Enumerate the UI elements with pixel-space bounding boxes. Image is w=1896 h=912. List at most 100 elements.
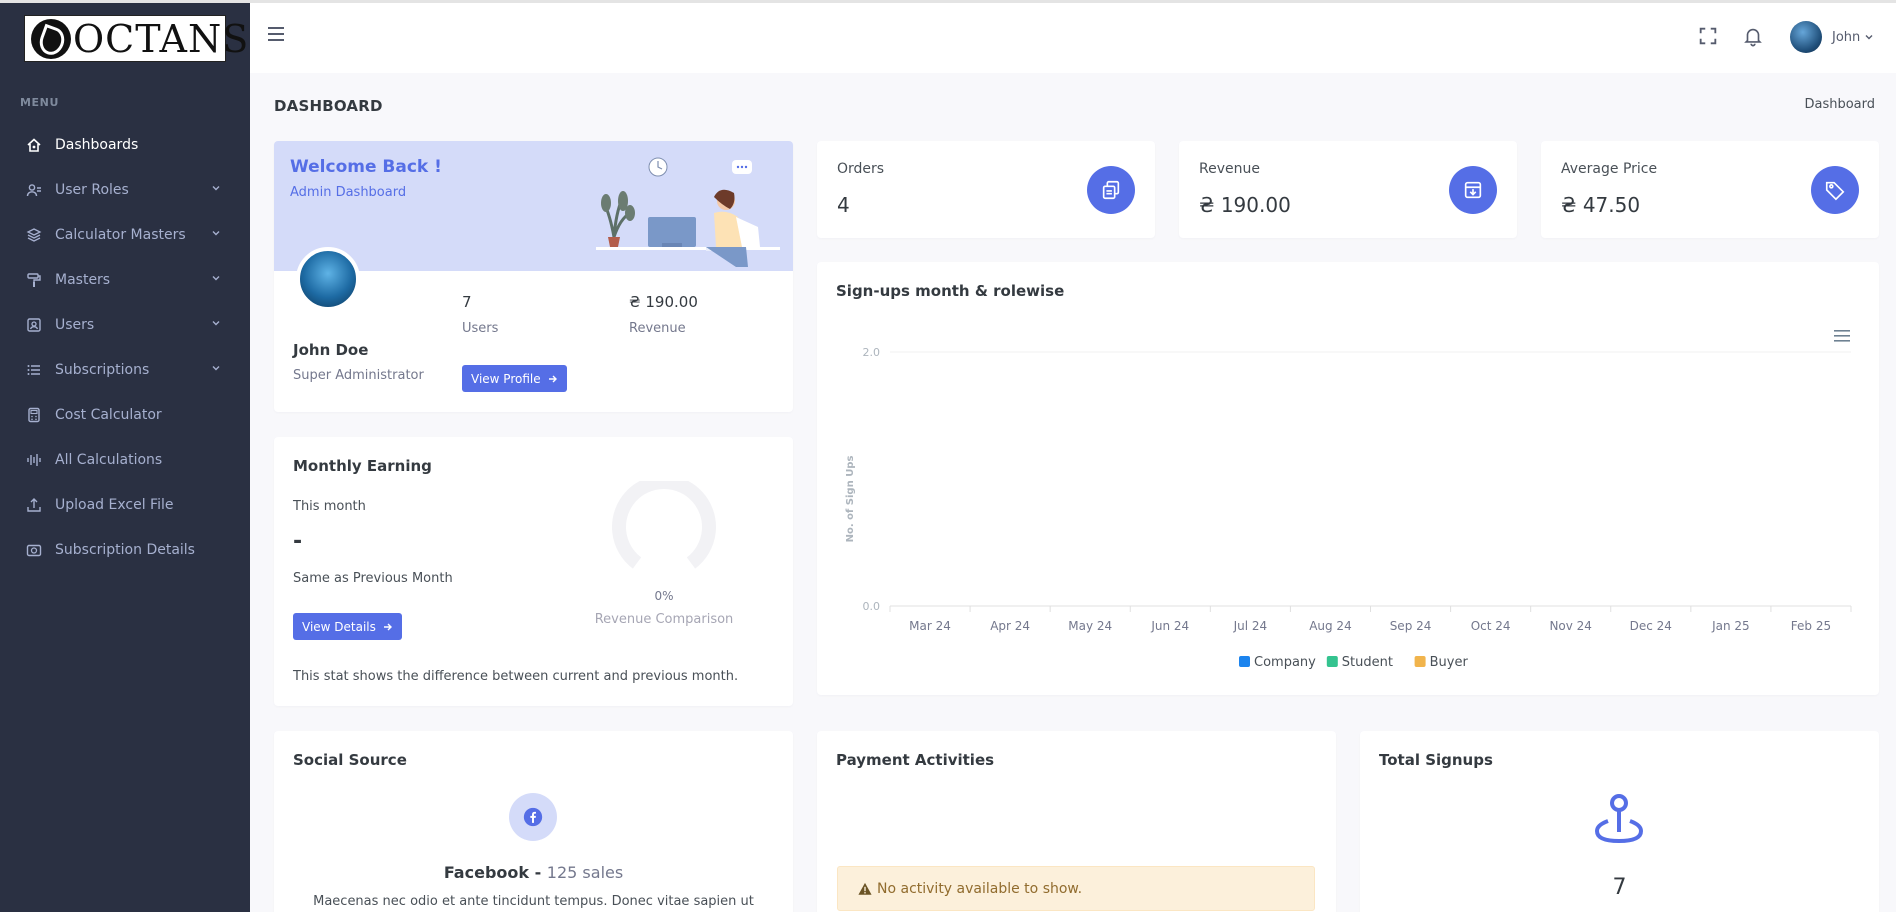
stat-card-average-price: Average Price ₴ 47.50 [1541, 141, 1879, 238]
stat-label: Revenue [1199, 161, 1260, 177]
equalizer-icon [25, 451, 43, 469]
sidebar-item-label: User Roles [55, 181, 129, 198]
signups-chart: 0.0 2.0 No. of Sign Ups Mar 24 Apr 24 May 24 J… [845, 330, 1852, 670]
view-profile-button[interactable]: View Profile [462, 365, 567, 392]
menu-toggle-icon[interactable] [268, 27, 284, 41]
user-name: John [1832, 29, 1861, 45]
gauge-percent: 0% [654, 589, 674, 603]
upload-icon [25, 496, 43, 514]
legend-label: Buyer [1430, 655, 1469, 670]
social-network-line: Facebook - 125 sales [274, 863, 793, 882]
chart-menu-icon[interactable] [1834, 330, 1850, 342]
legend-swatch [1326, 656, 1338, 667]
social-sales: 125 sales [546, 863, 624, 882]
x-tick-label: Jan 25 [1711, 619, 1750, 633]
sidebar-item-upload-excel-file[interactable]: Upload Excel File [0, 482, 250, 527]
profile-name: John Doe [293, 341, 369, 359]
chevron-down-icon [212, 186, 220, 191]
warning-icon [858, 882, 872, 895]
sidebar-item-label: All Calculations [55, 451, 163, 468]
paint-roller-icon [25, 271, 43, 289]
users-count: 7 [462, 293, 472, 311]
legend-item-company[interactable]: Company [1239, 655, 1316, 670]
social-description: Maecenas nec odio et ante tincidunt temp… [313, 894, 754, 909]
revenue-gauge [612, 481, 716, 569]
sidebar-item-label: Subscription Details [55, 541, 195, 558]
social-source-title: Social Source [293, 751, 407, 769]
price-tag-icon [1811, 166, 1859, 214]
social-source-card: Social Source Facebook - 125 sales Maece… [274, 731, 793, 912]
sidebar-item-label: Upload Excel File [55, 496, 174, 513]
layers-icon [25, 226, 43, 244]
sidebar-item-subscription-details[interactable]: Subscription Details [0, 527, 250, 572]
monthly-earning-card: Monthly Earning This month - Same as Pre… [274, 437, 793, 706]
sidebar-item-users[interactable]: Users [0, 302, 250, 347]
sidebar-item-all-calculations[interactable]: All Calculations [0, 437, 250, 482]
top-border-line [0, 0, 1896, 3]
stat-value: ₴ 47.50 [1561, 193, 1641, 217]
users-label: Users [462, 321, 499, 336]
y-tick-label: 2.0 [863, 346, 881, 359]
welcome-subheading: Admin Dashboard [290, 185, 407, 200]
topbar: John [250, 3, 1896, 73]
archive-in-icon [1449, 166, 1497, 214]
welcome-heading: Welcome Back ! [290, 157, 442, 177]
welcome-banner: Welcome Back ! Admin Dashboard [274, 141, 793, 271]
brand-logo[interactable]: OCTANS [24, 15, 248, 62]
welcome-illustration [596, 157, 780, 267]
legend-item-buyer[interactable]: Buyer [1414, 655, 1469, 670]
stat-card-revenue: Revenue ₴ 190.00 [1179, 141, 1517, 238]
x-tick-label: Dec 24 [1630, 619, 1672, 633]
this-month-value: - [293, 529, 303, 554]
x-tick-label: May 24 [1068, 619, 1112, 633]
view-details-button[interactable]: View Details [293, 613, 402, 640]
profile-revenue-label: Revenue [629, 321, 686, 336]
y-axis-label: No. of Sign Ups [845, 456, 856, 543]
total-signups-value: 7 [1612, 875, 1627, 900]
x-tick-label: Feb 25 [1791, 619, 1831, 633]
calculator-icon [25, 406, 43, 424]
sidebar-item-subscriptions[interactable]: Subscriptions [0, 347, 250, 392]
fullscreen-icon[interactable] [1697, 25, 1719, 47]
sidebar-item-label: Users [55, 316, 95, 333]
user-dropdown[interactable]: John [1790, 21, 1874, 53]
bell-icon[interactable] [1742, 25, 1764, 47]
facebook-icon[interactable] [509, 793, 557, 841]
welcome-card: Welcome Back ! Admin Dashboard John Doe … [274, 141, 793, 412]
sidebar-item-label: Calculator Masters [55, 226, 186, 243]
profile-revenue-value: ₴ 190.00 [629, 293, 698, 311]
sidebar-item-cost-calculator[interactable]: Cost Calculator [0, 392, 250, 437]
stat-value: 4 [837, 193, 850, 217]
no-activity-text: No activity available to show. [877, 880, 1083, 897]
sidebar-item-label: Masters [55, 271, 111, 288]
legend-item-student[interactable]: Student [1326, 655, 1393, 670]
user-roles-icon [25, 181, 43, 199]
list-icon [25, 361, 43, 379]
x-tick-label: Nov 24 [1549, 619, 1592, 633]
sidebar-item-dashboards[interactable]: Dashboards [0, 122, 250, 167]
x-tick-label: Oct 24 [1471, 619, 1511, 633]
y-tick-label: 0.0 [863, 600, 881, 613]
legend-swatch [1239, 656, 1250, 667]
x-tick-label: Aug 24 [1309, 619, 1352, 633]
map-pin-icon [1594, 794, 1644, 844]
chevron-down-icon [212, 276, 220, 281]
legend-label: Company [1254, 655, 1316, 670]
sidebar-item-user-roles[interactable]: User Roles [0, 167, 250, 212]
payment-activities-title: Payment Activities [836, 751, 995, 769]
x-tick-label: Jun 24 [1150, 619, 1189, 633]
page-title: DASHBOARD [274, 97, 383, 115]
logo-mark-icon [31, 18, 71, 59]
profile-role: Super Administrator [293, 368, 424, 383]
x-tick-label: Jul 24 [1233, 619, 1268, 633]
sidebar-item-label: Dashboards [55, 136, 139, 153]
breadcrumb[interactable]: Dashboard [1804, 97, 1875, 112]
this-month-label: This month [293, 499, 366, 514]
comparison-text: Same as Previous Month [293, 571, 453, 586]
logo-text: OCTANS [73, 16, 250, 61]
sidebar-item-masters[interactable]: Masters [0, 257, 250, 302]
sidebar-item-calculator-masters[interactable]: Calculator Masters [0, 212, 250, 257]
sidebar: OCTANS MENU Dashboards User Roles Calculat… [0, 0, 250, 912]
chevron-down-icon [212, 366, 220, 371]
copy-icon [1087, 166, 1135, 214]
